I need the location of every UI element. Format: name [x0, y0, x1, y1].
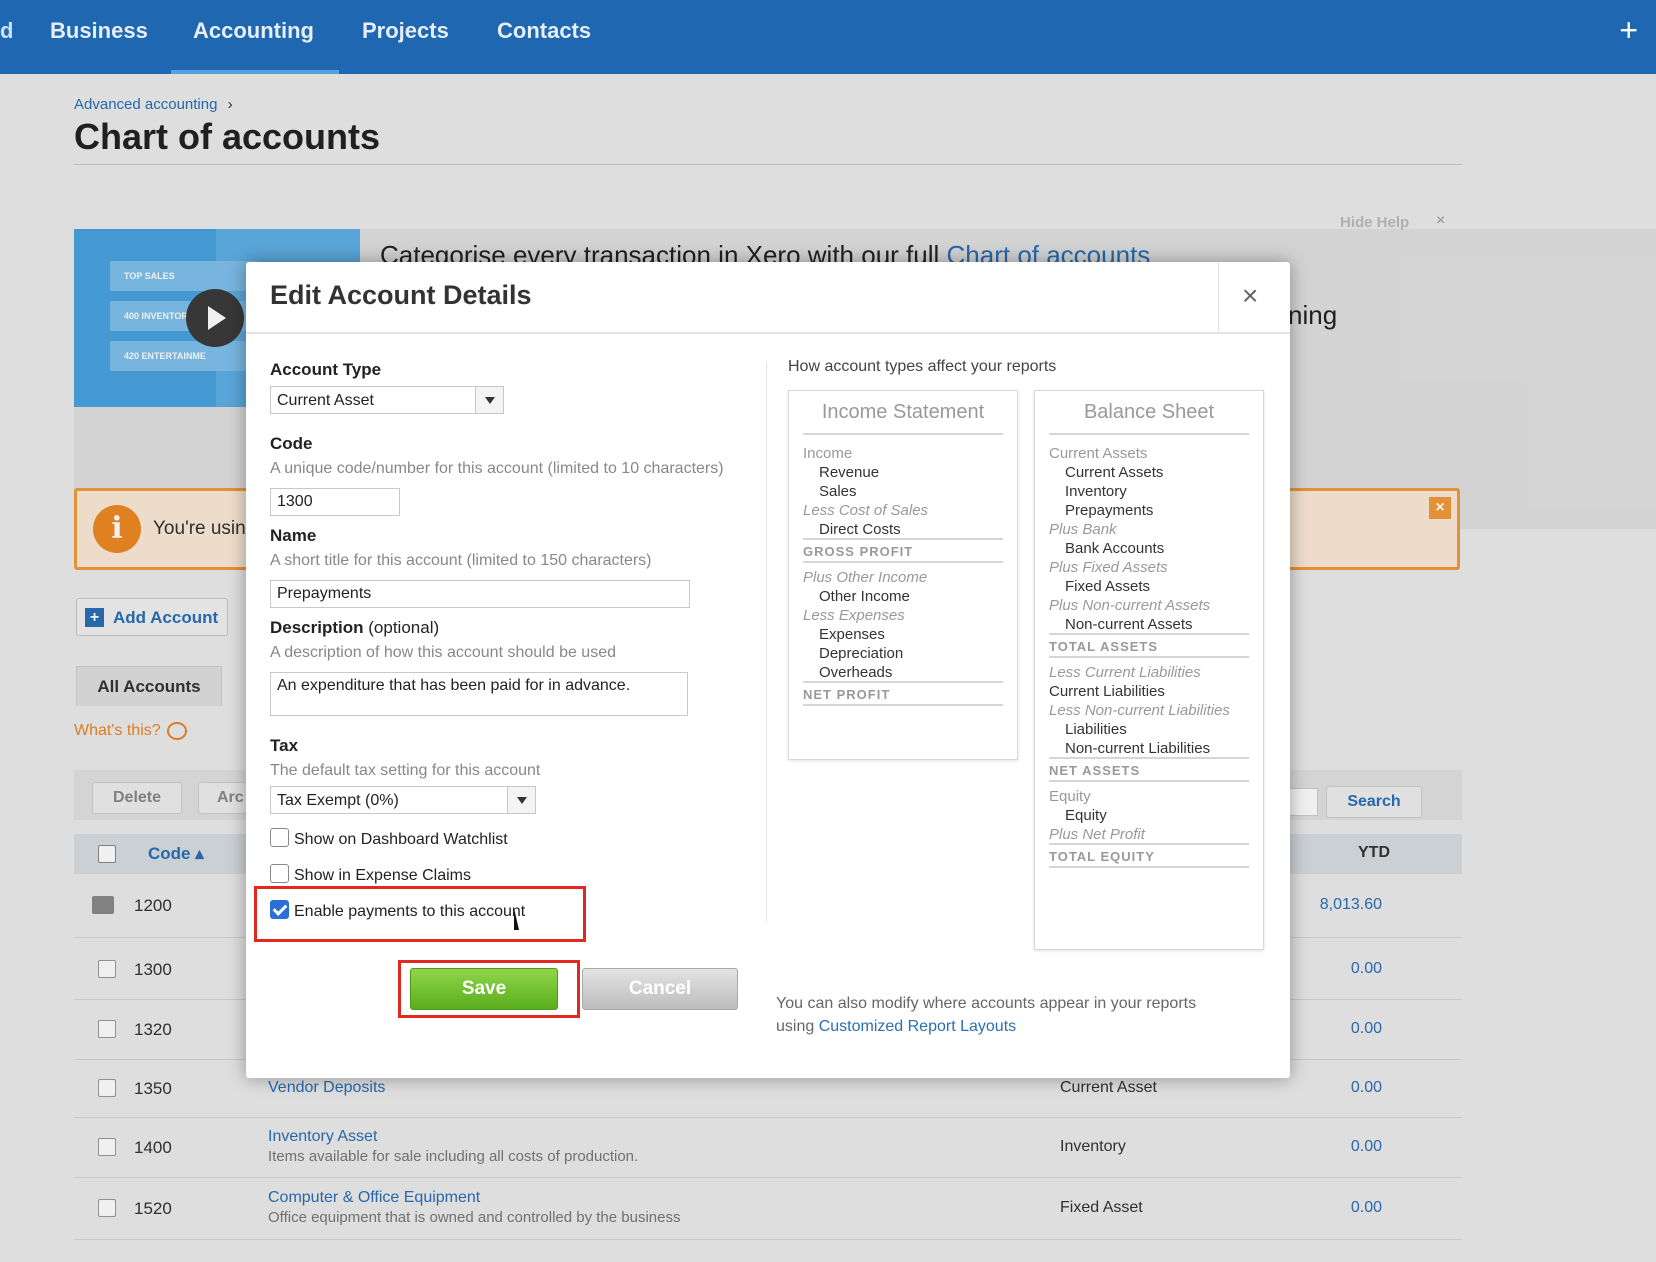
report-line: Plus Other Income: [803, 569, 928, 586]
reports-title: How account types affect your reports: [788, 358, 1057, 375]
divider: [1049, 757, 1249, 759]
footer-note: You can also modify where accounts appea…: [776, 992, 1196, 1038]
report-line: Plus Non-current Assets: [1049, 597, 1211, 614]
report-line: Less Current Liabilities: [1049, 664, 1201, 681]
balance-sheet: Balance Sheet Current Assets Current Asse…: [1034, 390, 1264, 950]
watchlist-label: Show on Dashboard Watchlist: [294, 831, 508, 848]
divider: [1049, 656, 1249, 658]
report-line: Income: [803, 445, 853, 462]
report-line: Equity: [1065, 807, 1107, 824]
report-line: Current Assets: [1065, 464, 1164, 481]
divider: [803, 538, 1003, 540]
divider: [1049, 433, 1249, 435]
add-icon[interactable]: +: [1619, 12, 1638, 49]
report-line: Plus Bank: [1049, 521, 1117, 538]
divider: [803, 561, 1003, 563]
save-button[interactable]: Save: [410, 968, 558, 1010]
balance-sheet-title: Balance Sheet: [1083, 401, 1215, 423]
code-label: Code: [270, 434, 313, 453]
cancel-button[interactable]: Cancel: [582, 968, 738, 1010]
edit-account-modal: Edit Account Details × Account Type Curr…: [246, 262, 1290, 1078]
top-nav: d Business Accounting Projects Contacts …: [0, 0, 1656, 74]
tax-value: Tax Exempt (0%): [277, 792, 399, 809]
report-line: Less Cost of Sales: [803, 502, 929, 519]
report-line: NET PROFIT: [803, 687, 891, 702]
tax-select[interactable]: Tax Exempt (0%): [270, 786, 536, 814]
divider: [1049, 780, 1249, 782]
nav-item-projects[interactable]: Projects: [362, 18, 449, 44]
nav-item-contacts[interactable]: Contacts: [497, 18, 591, 44]
highlight-box: [254, 886, 586, 942]
report-line: Plus Fixed Assets: [1049, 559, 1168, 576]
name-label: Name: [270, 526, 317, 545]
report-line: Non-current Assets: [1065, 616, 1193, 633]
report-line: TOTAL ASSETS: [1049, 639, 1159, 654]
divider: [803, 704, 1003, 706]
divider: [1049, 866, 1249, 868]
report-line: NET ASSETS: [1049, 763, 1141, 778]
account-type-select[interactable]: Current Asset: [270, 386, 504, 414]
income-statement-title: Income Statement: [821, 401, 985, 423]
checkbox-box[interactable]: [270, 864, 289, 883]
report-line: Current Assets: [1049, 445, 1148, 462]
description-textarea[interactable]: An expenditure that has been paid for in…: [270, 672, 688, 716]
modal-title: Edit Account Details: [270, 280, 532, 310]
income-statement-sheet: Income Statement Income Revenue Sales Less …: [788, 390, 1018, 760]
report-line: Other Income: [819, 588, 910, 605]
footer-text: You can also modify where accounts appea…: [776, 995, 1197, 1012]
report-line: Less Non-current Liabilities: [1049, 702, 1230, 719]
modal-header: Edit Account Details ×: [246, 262, 1290, 334]
report-line: Equity: [1049, 788, 1091, 805]
expense-claims-checkbox[interactable]: Show in Expense Claims: [270, 864, 471, 885]
divider: [1049, 843, 1249, 845]
report-line: Revenue: [819, 464, 880, 481]
report-line: Direct Costs: [819, 521, 901, 538]
description-optional: (optional): [368, 618, 440, 637]
divider: [1218, 262, 1219, 332]
code-hint: A unique code/number for this account (l…: [270, 460, 724, 477]
report-line: Plus Net Profit: [1049, 826, 1145, 843]
divider: [803, 433, 1003, 435]
report-line: Expenses: [819, 626, 885, 643]
description-label-text: Description: [270, 618, 364, 637]
chevron-down-icon[interactable]: [475, 387, 503, 413]
tax-hint: The default tax setting for this account: [270, 762, 541, 779]
nav-item-business[interactable]: Business: [50, 18, 148, 44]
report-line: Bank Accounts: [1065, 540, 1165, 557]
description-label: Description (optional): [270, 618, 439, 638]
description-hint: A description of how this account should…: [270, 644, 616, 661]
customized-report-layouts-link[interactable]: Customized Report Layouts: [819, 1018, 1016, 1035]
divider: [766, 362, 767, 922]
code-input[interactable]: 1300: [270, 488, 400, 516]
divider: [803, 681, 1003, 683]
report-line: Non-current Liabilities: [1065, 740, 1211, 757]
report-line: Inventory: [1065, 483, 1127, 500]
report-line: TOTAL EQUITY: [1049, 849, 1155, 864]
report-line: Prepayments: [1065, 502, 1154, 519]
mouse-cursor-icon: [514, 908, 528, 930]
name-hint: A short title for this account (limited …: [270, 552, 652, 569]
report-line: Sales: [819, 483, 857, 500]
divider: [1049, 633, 1249, 635]
report-line: Depreciation: [819, 645, 904, 662]
report-line: Current Liabilities: [1049, 683, 1165, 700]
report-line: Less Expenses: [803, 607, 905, 624]
nav-item-accounting[interactable]: Accounting: [193, 18, 314, 44]
checkbox-box[interactable]: [270, 828, 289, 847]
report-line: Liabilities: [1065, 721, 1127, 738]
nav-item-cutoff[interactable]: d: [0, 18, 13, 44]
watchlist-checkbox[interactable]: Show on Dashboard Watchlist: [270, 828, 508, 849]
footer-using: using: [776, 1018, 815, 1035]
report-line: Overheads: [819, 664, 893, 681]
close-icon[interactable]: ×: [1242, 280, 1258, 312]
name-input[interactable]: Prepayments: [270, 580, 690, 608]
expense-claims-label: Show in Expense Claims: [294, 867, 471, 884]
account-type-label: Account Type: [270, 360, 382, 379]
tax-label: Tax: [270, 736, 299, 755]
chevron-down-icon[interactable]: [507, 787, 535, 813]
account-type-value: Current Asset: [277, 392, 374, 409]
report-line: GROSS PROFIT: [803, 544, 914, 559]
report-line: Fixed Assets: [1065, 578, 1151, 595]
